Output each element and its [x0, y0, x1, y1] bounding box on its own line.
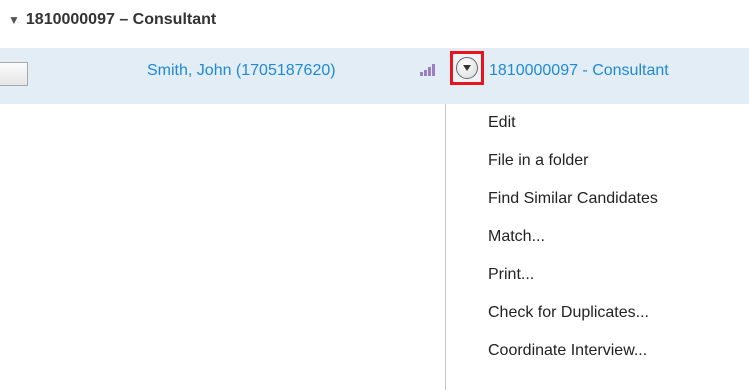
actions-menu-button[interactable] — [456, 57, 478, 79]
menu-item-match[interactable]: Match... — [488, 228, 545, 246]
menu-item-coordinate-interview[interactable]: Coordinate Interview... — [488, 342, 647, 360]
candidate-row[interactable]: Smith, John (1705187620) 1810000097 - Co… — [0, 48, 749, 104]
section-header[interactable]: ▼ 1810000097 – Consultant — [8, 9, 216, 31]
menu-item-print[interactable]: Print... — [488, 266, 534, 284]
menu-item-file-in-folder[interactable]: File in a folder — [488, 152, 589, 170]
context-menu: Edit File in a folder Find Similar Candi… — [445, 104, 749, 390]
expand-triangle-icon[interactable]: ▼ — [8, 13, 20, 27]
menu-item-check-duplicates[interactable]: Check for Duplicates... — [488, 304, 649, 322]
menu-item-find-similar[interactable]: Find Similar Candidates — [488, 190, 658, 208]
bar-chart-icon — [420, 64, 435, 76]
candidate-name-link[interactable]: Smith, John (1705187620) — [147, 62, 336, 80]
menu-toggle-highlight — [450, 51, 484, 85]
chevron-down-circle-icon — [463, 65, 471, 71]
menu-item-edit[interactable]: Edit — [488, 114, 516, 132]
section-title: 1810000097 – Consultant — [25, 11, 217, 28]
requisition-link[interactable]: 1810000097 - Consultant — [489, 62, 669, 80]
row-checkbox[interactable] — [0, 62, 28, 86]
page: ▼ 1810000097 – Consultant Smith, John (1… — [0, 0, 749, 390]
